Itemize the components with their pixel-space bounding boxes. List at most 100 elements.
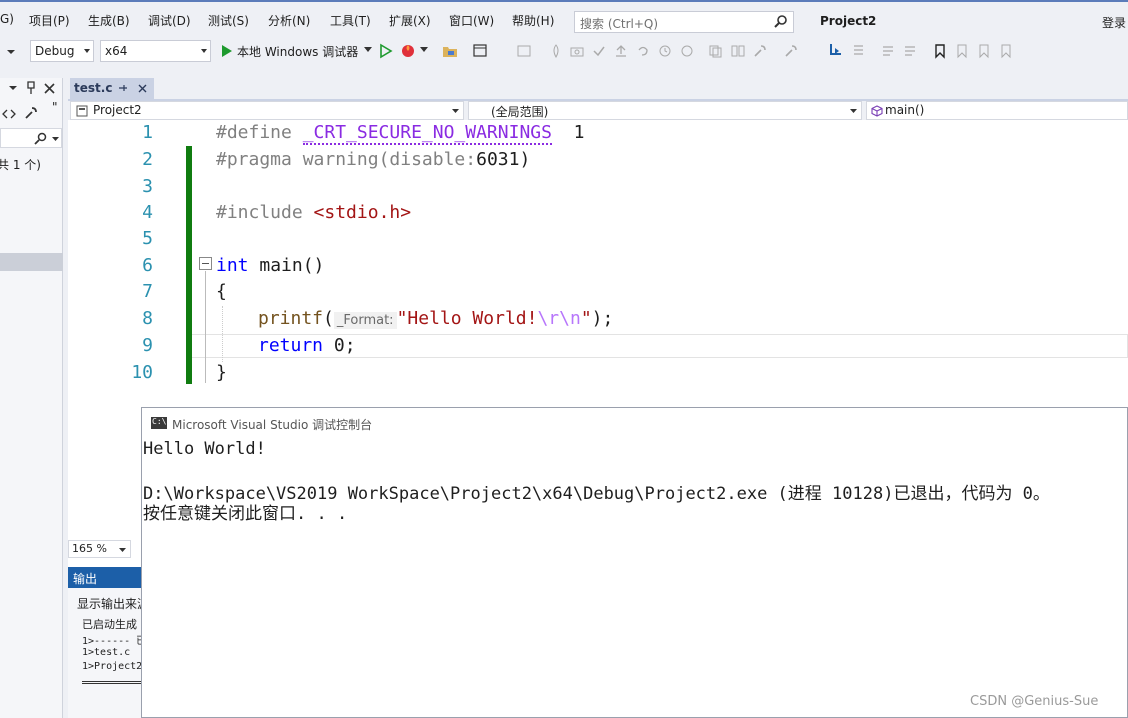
compare-icon[interactable]: [730, 43, 746, 59]
hot-reload-icon[interactable]: [400, 42, 416, 58]
clear-bookmarks-icon[interactable]: [998, 43, 1014, 59]
chevron-down-icon: [119, 548, 126, 552]
string-literal: "Hello World!: [396, 308, 538, 329]
scope-nav-value: (全局范围): [491, 105, 549, 119]
menu-item-help[interactable]: 帮助(H): [512, 12, 554, 29]
code-line-4: #include <stdio.h>: [216, 202, 411, 223]
window-icon[interactable]: [516, 43, 532, 59]
menu-item-analyze[interactable]: 分析(N): [268, 12, 310, 29]
check-icon[interactable]: [591, 43, 607, 59]
menu-item-test[interactable]: 测试(S): [208, 12, 249, 29]
chevron-down-icon[interactable]: [420, 47, 428, 53]
output-line: 1>test.c: [82, 647, 131, 658]
chevron-down-icon[interactable]: [8, 84, 18, 92]
line-number: 5: [142, 228, 153, 249]
standard-toolbar: Debug x64 本地 Windows 调试器: [0, 36, 1128, 66]
pin-icon[interactable]: [118, 83, 128, 93]
close-icon[interactable]: [44, 83, 55, 94]
code-view-icon[interactable]: [2, 108, 16, 120]
chevron-down-icon: [850, 109, 857, 113]
preprocessor-directive: #pragma warning: [216, 149, 379, 170]
close-icon[interactable]: [138, 84, 147, 93]
indent-guide: [222, 306, 223, 362]
chevron-down-icon: [452, 109, 459, 113]
console-output-line: Hello World!: [143, 439, 266, 459]
scope-nav-select[interactable]: (全局范围): [468, 101, 862, 120]
uncomment-icon[interactable]: [902, 43, 918, 59]
platform-select[interactable]: x64: [100, 40, 211, 62]
solution-search-input[interactable]: [0, 128, 62, 148]
code-line-8: printf(_Format: "Hello World!\r\n");: [258, 308, 613, 329]
play-icon[interactable]: [219, 43, 235, 59]
config-select[interactable]: Debug: [30, 40, 94, 62]
menu-item-extensions[interactable]: 扩展(X): [389, 12, 431, 29]
output-separator: [82, 681, 142, 684]
upload-icon[interactable]: [613, 43, 629, 59]
watermark-text: CSDN @Genius-Sue: [970, 694, 1099, 709]
menu-item-tools[interactable]: 工具(T): [330, 12, 371, 29]
zoom-select[interactable]: 165 %: [68, 540, 131, 558]
layout-icon[interactable]: [472, 43, 488, 59]
prev-bookmark-icon[interactable]: [954, 43, 970, 59]
function-name: printf: [258, 308, 324, 329]
comment-icon[interactable]: [880, 43, 896, 59]
redo-icon[interactable]: [679, 43, 695, 59]
copy-icon[interactable]: [707, 43, 723, 59]
chevron-down-icon[interactable]: [364, 47, 372, 53]
parameter-hint: _Format:: [333, 312, 397, 329]
chevron-down-icon: [52, 137, 59, 141]
dropdown-arrow-icon[interactable]: [6, 48, 16, 56]
menu-item-build[interactable]: 生成(B): [88, 12, 130, 29]
line-number: 2: [142, 149, 153, 170]
zoom-value: 165 %: [72, 542, 107, 555]
overflow-indicator[interactable]: ": [52, 100, 58, 114]
menu-item-debug[interactable]: 调试(D): [148, 12, 191, 29]
menu-item-project[interactable]: 项目(P): [29, 12, 70, 29]
member-nav-select[interactable]: main(): [866, 101, 1128, 120]
selected-tree-row[interactable]: [0, 253, 63, 271]
history-icon[interactable]: [657, 43, 673, 59]
chevron-down-icon: [201, 49, 207, 53]
output-panel: 显示输出来源 已启动生成 1>------ 已 1>test.c 1>Proje…: [68, 588, 149, 718]
wrench-icon[interactable]: [24, 106, 38, 120]
folder-icon[interactable]: [442, 43, 458, 59]
return-value: 0;: [323, 335, 356, 356]
run-debugger-button[interactable]: 本地 Windows 调试器: [237, 43, 358, 60]
output-panel-header[interactable]: 输出: [68, 567, 142, 588]
keyword: int: [216, 255, 249, 276]
keyword: return: [258, 335, 324, 356]
line-number: 4: [142, 202, 153, 223]
output-line: 已启动生成: [82, 618, 137, 631]
search-input[interactable]: 搜索 (Ctrl+Q): [574, 11, 794, 33]
console-title-bar[interactable]: C:\ Microsoft Visual Studio 调试控制台: [142, 408, 1127, 438]
code-line-2: #pragma warning(disable:6031): [216, 149, 530, 170]
output-line: 1>Project2: [82, 661, 143, 672]
code-line-7: {: [216, 281, 227, 302]
include-header: <stdio.h>: [313, 202, 412, 223]
pin-icon[interactable]: [25, 81, 37, 95]
menu-item-window[interactable]: 窗口(W): [449, 12, 494, 29]
menu-item-git[interactable]: G): [0, 12, 14, 26]
camera-icon[interactable]: [569, 43, 585, 59]
debug-console-window[interactable]: C:\ Microsoft Visual Studio 调试控制台 Hello …: [141, 407, 1128, 718]
solution-title: Project2: [820, 14, 877, 28]
start-without-debugging-icon[interactable]: [378, 43, 394, 59]
collapse-toggle-icon[interactable]: [199, 257, 212, 270]
list-icon[interactable]: [850, 43, 866, 59]
tab-test-c[interactable]: test.c: [70, 78, 154, 99]
tools-icon[interactable]: [783, 43, 799, 59]
project-nav-select[interactable]: Project2: [70, 101, 464, 120]
login-link[interactable]: 登录: [1102, 14, 1126, 31]
flame-icon[interactable]: [548, 43, 564, 59]
step-icon[interactable]: [828, 42, 844, 58]
next-bookmark-icon[interactable]: [976, 43, 992, 59]
project-icon: [76, 105, 88, 117]
output-source-label: 显示输出来源: [77, 597, 150, 611]
member-nav-value: main(): [885, 103, 925, 117]
undo-icon[interactable]: [635, 43, 651, 59]
code-line-6: int main(): [216, 255, 324, 276]
bookmark-icon[interactable]: [932, 43, 948, 59]
code-line-9: return 0;: [258, 335, 356, 356]
wrench-icon[interactable]: [752, 43, 768, 59]
line-number: 3: [142, 176, 153, 197]
